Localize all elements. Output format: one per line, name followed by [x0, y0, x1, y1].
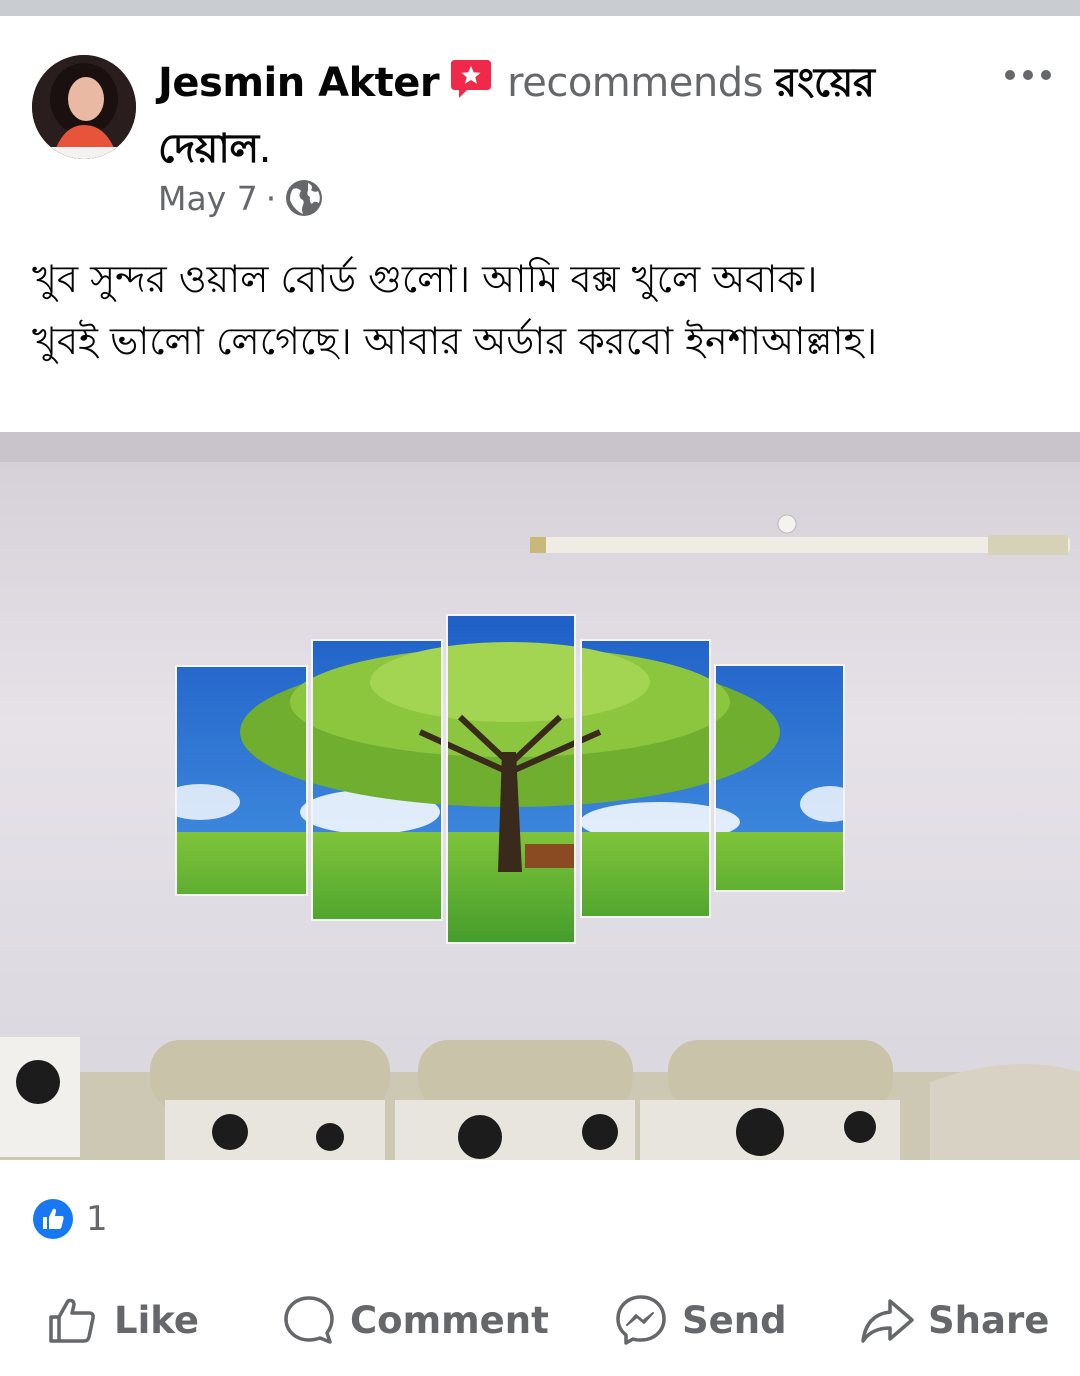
- recommend-star-icon: [449, 54, 493, 98]
- action-bar: Like Comment Send Share: [0, 1282, 1080, 1358]
- share-arrow-icon: [861, 1299, 914, 1343]
- meta-separator: ·: [265, 178, 277, 218]
- period: .: [258, 126, 272, 172]
- author-avatar[interactable]: [32, 55, 136, 159]
- share-label: Share: [928, 1298, 1050, 1342]
- send-button[interactable]: Send: [614, 1282, 787, 1358]
- top-divider: [0, 0, 1080, 16]
- like-label: Like: [114, 1298, 199, 1342]
- post-photo[interactable]: [0, 432, 1080, 1160]
- comment-button[interactable]: Comment: [282, 1282, 549, 1358]
- send-label: Send: [682, 1298, 787, 1342]
- post-meta: May 7 ·: [158, 176, 324, 220]
- reaction-count: 1: [86, 1199, 108, 1239]
- like-button[interactable]: Like: [46, 1282, 199, 1358]
- like-reaction-icon: [33, 1199, 73, 1239]
- more-options-icon[interactable]: [1000, 58, 1056, 92]
- post-text-line-1: খুব সুন্দর ওয়াল বোর্ড গুলো। আমি বক্স খু…: [32, 257, 818, 301]
- thumbs-up-icon: [49, 1298, 95, 1343]
- comment-label: Comment: [350, 1298, 549, 1342]
- post-text-line-2: খুবই ভালো লেগেছে। আবার অর্ডার করবো ইনশাআ…: [32, 319, 878, 363]
- post-header-line: Jesmin Akter recommends রংয়ের দেয়াল.: [158, 50, 958, 182]
- share-button[interactable]: Share: [860, 1282, 1049, 1358]
- recommends-label: recommends: [507, 60, 763, 106]
- reaction-summary[interactable]: 1: [32, 1196, 108, 1242]
- author-name[interactable]: Jesmin Akter: [158, 60, 440, 106]
- comment-bubble-icon: [284, 1296, 334, 1344]
- post-body: খুব সুন্দর ওয়াল বোর্ড গুলো। আমি বক্স খু…: [32, 248, 1052, 372]
- globe-icon: [286, 180, 323, 216]
- post-date[interactable]: May 7: [158, 179, 258, 218]
- messenger-icon: [616, 1295, 666, 1345]
